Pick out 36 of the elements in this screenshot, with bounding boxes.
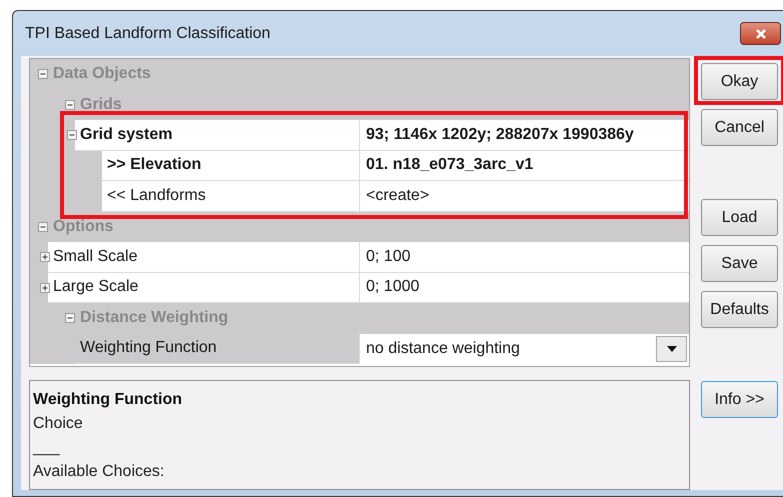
info-text: Choice [33, 414, 84, 434]
property-value-cell[interactable]: 93; 1146x 1202y; 288207x 1990386y [359, 120, 689, 150]
category-label: Grids [80, 94, 122, 115]
info-title: Weighting Function [33, 390, 184, 410]
category-label: Options [53, 216, 114, 237]
info-text: Available Choices: [33, 462, 166, 482]
dialog-button[interactable]: Okay [701, 63, 778, 100]
category-label: Data Objects [53, 64, 151, 84]
property-name-cell[interactable]: Large Scale [48, 272, 359, 303]
close-button[interactable] [740, 22, 781, 45]
dropdown-field[interactable]: no distance weighting [359, 334, 689, 364]
close-icon [754, 28, 766, 40]
collapse-icon[interactable] [38, 222, 48, 232]
window-title: TPI Based Landform Classification [25, 24, 272, 44]
collapse-icon[interactable] [65, 313, 75, 324]
collapse-icon[interactable] [38, 69, 48, 80]
dialog-button[interactable]: Info >> [701, 381, 778, 418]
dropdown-caret-icon[interactable] [656, 336, 687, 362]
collapse-icon[interactable] [65, 100, 75, 110]
collapse-icon[interactable] [67, 130, 77, 140]
property-name-cell[interactable]: << Landforms [102, 181, 359, 212]
info-text: ___ [33, 438, 61, 458]
dialog-button[interactable]: Save [701, 245, 778, 282]
property-value-cell[interactable]: <create> [359, 181, 689, 212]
category-label: Distance Weighting [80, 308, 228, 328]
property-name-cell[interactable]: Grid system [75, 120, 359, 150]
property-value-cell[interactable]: 01. n18_e073_3arc_v1 [359, 150, 689, 181]
dialog-button[interactable]: Defaults [701, 291, 778, 328]
property-value-cell[interactable]: 0; 1000 [359, 272, 689, 303]
dialog-button[interactable]: Cancel [701, 109, 778, 146]
property-value-cell[interactable]: 0; 100 [359, 242, 689, 272]
expand-icon[interactable] [40, 282, 50, 293]
dialog-button[interactable]: Load [701, 199, 778, 236]
property-name-cell[interactable]: >> Elevation [102, 150, 359, 181]
expand-icon[interactable] [40, 252, 50, 262]
property-name-cell[interactable]: Small Scale [48, 242, 359, 272]
